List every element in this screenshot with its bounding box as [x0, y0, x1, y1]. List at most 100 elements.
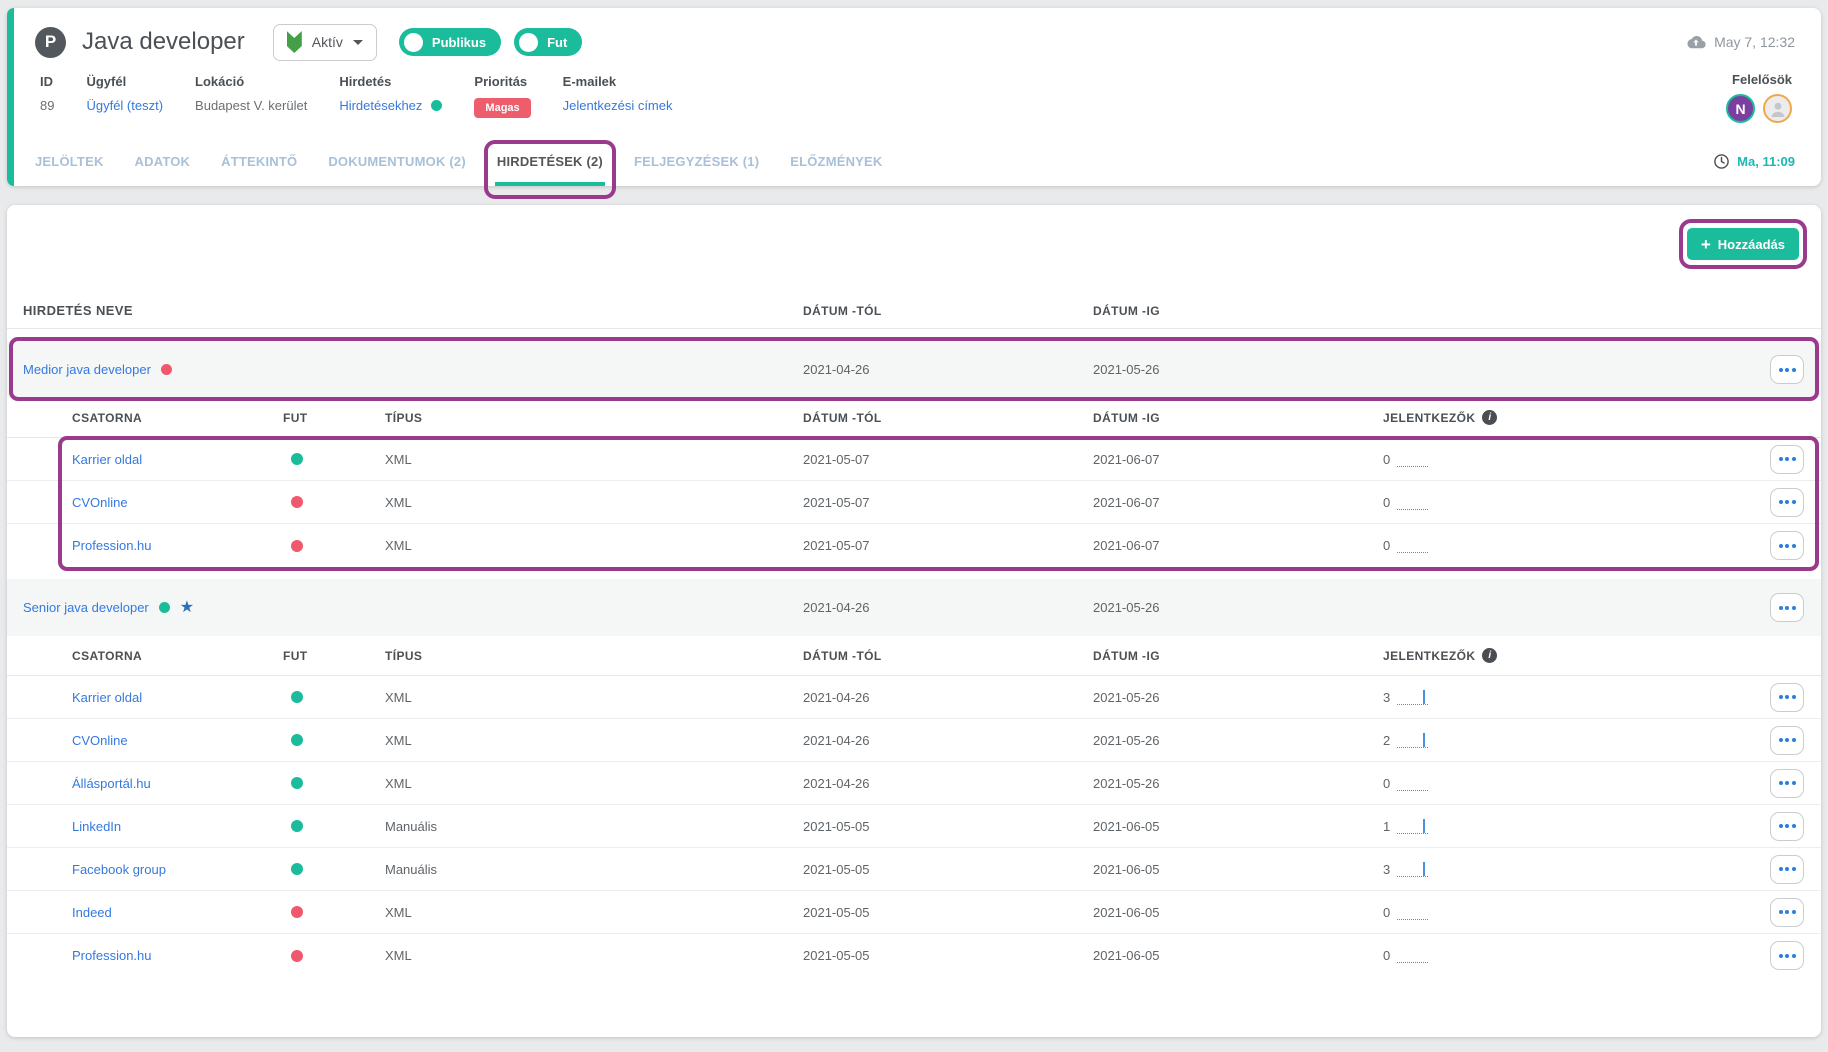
- more-actions-button[interactable]: [1770, 768, 1804, 798]
- more-dot: [1785, 738, 1789, 742]
- more-actions-button[interactable]: [1770, 355, 1804, 384]
- add-button[interactable]: + Hozzáadás: [1686, 228, 1799, 260]
- channel-type: XML: [385, 948, 412, 963]
- applicants-count: 0: [1383, 775, 1391, 791]
- channel-link[interactable]: Facebook group: [72, 862, 166, 877]
- channel-link[interactable]: Karrier oldal: [72, 452, 142, 467]
- toggle-fut[interactable]: Fut: [514, 28, 583, 56]
- ad-date-from: 2021-04-26: [803, 600, 870, 615]
- channel-date-to: 2021-06-05: [1093, 948, 1160, 963]
- tabs-list: JELÖLTEK ADATOK ÁTTEKINTŐ DOKUMENTUMOK (2) H…: [35, 136, 883, 199]
- row-actions: [1753, 487, 1821, 517]
- applicants-sparkline: [1397, 689, 1429, 705]
- responsibles-label: Felelősök: [1732, 72, 1792, 87]
- channel-date-from: 2021-05-07: [803, 494, 870, 510]
- tab-jel-ltek[interactable]: JELÖLTEK: [35, 136, 104, 186]
- channel-row: Facebook group Manuális 2021-05-05 2021-06-…: [7, 848, 1821, 891]
- status-dot-green: [291, 453, 303, 465]
- tab-el-zm-nyek[interactable]: ELŐZMÉNYEK: [790, 136, 882, 186]
- applicants-cell: 3: [1383, 861, 1753, 877]
- ad-name-link[interactable]: Senior java developer: [23, 600, 149, 615]
- tab-hirdet-sek-2-[interactable]: HIRDETÉSEK (2): [483, 136, 616, 199]
- toggle-publikus[interactable]: Publikus: [398, 28, 502, 56]
- col-header-to: DÁTUM -IG: [1093, 648, 1160, 663]
- applicants-sparkline: [1397, 538, 1429, 553]
- info-value: Magas: [474, 98, 531, 118]
- more-dot: [1778, 457, 1783, 461]
- col-header-to: DÁTUM -IG: [1093, 410, 1160, 425]
- add-button-wrap: + Hozzáadás: [1678, 219, 1807, 269]
- info-link[interactable]: Jelentkezési címek: [563, 98, 673, 113]
- info-icon[interactable]: i: [1482, 648, 1498, 663]
- last-activity-text: Ma, 11:09: [1737, 153, 1795, 169]
- more-dot: [1791, 781, 1796, 785]
- tab-dokumentumok-2-[interactable]: DOKUMENTUMOK (2): [328, 136, 466, 186]
- more-actions-button[interactable]: [1770, 897, 1804, 927]
- status-dropdown[interactable]: Aktív: [272, 23, 377, 61]
- channel-row: Profession.hu XML 2021-05-05 2021-06-05 0: [7, 934, 1821, 977]
- more-dot: [1785, 867, 1789, 871]
- avatar[interactable]: [1763, 94, 1792, 123]
- applicants-header-text: JELENTKEZŐK: [1383, 648, 1476, 663]
- info-value: Budapest V. kerület: [195, 98, 307, 113]
- toggle-knob: [403, 32, 423, 52]
- more-actions-button[interactable]: [1770, 682, 1804, 712]
- more-actions-button[interactable]: [1770, 593, 1804, 622]
- tabs-row: JELÖLTEK ADATOK ÁTTEKINTŐ DOKUMENTUMOK (2) H…: [35, 136, 1795, 199]
- channel-running-cell: [276, 949, 385, 962]
- tab--ttekint-[interactable]: ÁTTEKINTŐ: [221, 136, 297, 186]
- info-col-id: ID 89: [40, 74, 54, 118]
- more-dot: [1791, 738, 1796, 742]
- applicants-count: 0: [1383, 904, 1391, 920]
- channel-name-cell: LinkedIn: [72, 819, 276, 834]
- row-actions: [1753, 531, 1821, 560]
- responsible-avatars: N: [1726, 94, 1792, 123]
- channel-link[interactable]: Karrier oldal: [72, 690, 142, 705]
- channel-link[interactable]: Profession.hu: [72, 948, 152, 963]
- channel-row: CVOnline XML 2021-04-26 2021-05-26 2: [7, 719, 1821, 762]
- ad-row: Senior java developer ★ 2021-04-26 2021-05-…: [7, 579, 1821, 636]
- more-actions-button[interactable]: [1770, 941, 1804, 970]
- tab-feljegyz-sek-1-[interactable]: FELJEGYZÉSEK (1): [634, 136, 759, 186]
- channel-link[interactable]: Indeed: [72, 905, 112, 920]
- channel-row: Állásportál.hu XML 2021-04-26 2021-05-26 0: [7, 762, 1821, 805]
- channel-row: CVOnline XML 2021-05-07 2021-06-07 0: [7, 481, 1821, 524]
- channel-link[interactable]: CVOnline: [72, 733, 128, 748]
- more-actions-button[interactable]: [1770, 444, 1804, 474]
- col-header-applicants: JELENTKEZŐK i: [1383, 410, 1753, 425]
- channel-link[interactable]: LinkedIn: [72, 819, 121, 834]
- channel-link[interactable]: Profession.hu: [72, 538, 152, 553]
- ads-panel: + Hozzáadás HIRDETÉS NEVE DÁTUM -TÓL DÁT…: [7, 205, 1821, 1037]
- channel-link[interactable]: CVOnline: [72, 495, 128, 510]
- more-actions-button[interactable]: [1770, 531, 1804, 560]
- person-icon: [1771, 102, 1784, 117]
- col-header-type: TÍPUS: [385, 410, 423, 425]
- row-actions: [1753, 768, 1821, 798]
- ad-name-link[interactable]: Medior java developer: [23, 362, 151, 377]
- channel-date-to: 2021-06-07: [1093, 451, 1160, 467]
- channel-running-cell: [276, 906, 385, 918]
- more-actions-button[interactable]: [1770, 487, 1804, 517]
- ads-table-header: HIRDETÉS NEVE DÁTUM -TÓL DÁTUM -IG: [7, 293, 1821, 329]
- more-actions-button[interactable]: [1770, 811, 1804, 841]
- info-text: 89: [40, 98, 55, 113]
- more-actions-button[interactable]: [1770, 725, 1804, 755]
- channel-row: Karrier oldal XML 2021-04-26 2021-05-26 3: [7, 676, 1821, 719]
- channel-row: Indeed XML 2021-05-05 2021-06-05 0: [7, 891, 1821, 934]
- applicants-count: 1: [1383, 818, 1391, 834]
- channels-group: Karrier oldal XML 2021-05-07 2021-06-07 0 CVO…: [7, 436, 1821, 571]
- status-dot-green: [291, 777, 303, 789]
- more-actions-button[interactable]: [1770, 854, 1804, 884]
- more-dot: [1791, 824, 1796, 828]
- info-icon[interactable]: i: [1482, 410, 1498, 425]
- more-dot: [1791, 367, 1796, 372]
- channels-header: CSATORNA FUT TÍPUS DÁTUM -TÓL DÁTUM -IG JELEN…: [7, 636, 1821, 676]
- more-dot: [1791, 867, 1796, 871]
- info-link[interactable]: Ügyfél (teszt): [86, 98, 163, 113]
- info-link[interactable]: Hirdetésekhez: [339, 98, 422, 113]
- channel-type: XML: [385, 904, 412, 920]
- avatar[interactable]: N: [1726, 94, 1755, 123]
- tab-adatok[interactable]: ADATOK: [135, 136, 191, 186]
- applicants-count: 3: [1383, 689, 1391, 705]
- channel-link[interactable]: Állásportál.hu: [72, 776, 151, 791]
